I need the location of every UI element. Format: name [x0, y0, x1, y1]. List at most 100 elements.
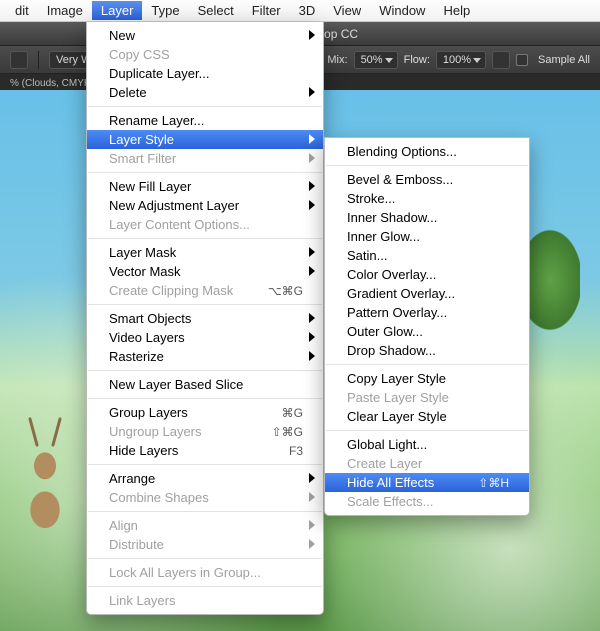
layer-menu-item-new-fill-layer[interactable]: New Fill Layer [87, 177, 323, 196]
layer-menu-item-align: Align [87, 516, 323, 535]
layer-menu-item-rename-layer[interactable]: Rename Layer... [87, 111, 323, 130]
submenu-arrow-icon [309, 313, 315, 323]
layer-menu-item-distribute: Distribute [87, 535, 323, 554]
shortcut: ⇧⌘G [272, 425, 303, 439]
menu-item-label: Bevel & Emboss... [347, 172, 509, 187]
layer-menu-item-video-layers[interactable]: Video Layers [87, 328, 323, 347]
menubar-item-help[interactable]: Help [434, 1, 479, 20]
layer-menu-item-ungroup-layers: Ungroup Layers ⇧⌘G [87, 422, 323, 441]
menu-item-label: Rename Layer... [109, 113, 303, 128]
style-menu-item-inner-glow[interactable]: Inner Glow... [325, 227, 529, 246]
menubar-item-type[interactable]: Type [142, 1, 188, 20]
layer-menu-item-new[interactable]: New [87, 26, 323, 45]
style-menu-item-gradient-overlay[interactable]: Gradient Overlay... [325, 284, 529, 303]
menu-item-label: Align [109, 518, 303, 533]
menubar-item-layer[interactable]: Layer [92, 1, 143, 20]
style-menu-item-copy-layer-style[interactable]: Copy Layer Style [325, 369, 529, 388]
layer-menu-item-rasterize[interactable]: Rasterize [87, 347, 323, 366]
shortcut: ⌘G [282, 406, 303, 420]
menu-item-label: Drop Shadow... [347, 343, 509, 358]
menu-item-label: Rasterize [109, 349, 303, 364]
menubar-item-dit[interactable]: dit [6, 1, 38, 20]
layer-menu-item-create-clipping-mask: Create Clipping Mask⌥⌘G [87, 281, 323, 300]
submenu-arrow-icon [309, 539, 315, 549]
mix-value-dropdown[interactable]: 50% [354, 51, 398, 69]
layer-menu-item-link-layers: Link Layers [87, 591, 323, 610]
style-menu-item-create-layer: Create Layer [325, 454, 529, 473]
menu-item-label: Scale Effects... [347, 494, 509, 509]
submenu-arrow-icon [309, 200, 315, 210]
layer-menu-item-new-adjustment-layer[interactable]: New Adjustment Layer [87, 196, 323, 215]
layer-menu-item-layer-style[interactable]: Layer Style [87, 130, 323, 149]
menubar: ditImageLayerTypeSelectFilter3DViewWindo… [0, 0, 600, 22]
menubar-item-view[interactable]: View [324, 1, 370, 20]
menu-item-label: Copy Layer Style [347, 371, 509, 386]
layer-menu-item-hide-layers[interactable]: Hide Layers F3 [87, 441, 323, 460]
layer-menu-item-smart-filter: Smart Filter [87, 149, 323, 168]
flow-value-dropdown[interactable]: 100% [436, 51, 486, 69]
style-menu-item-pattern-overlay[interactable]: Pattern Overlay... [325, 303, 529, 322]
menu-item-label: Smart Objects [109, 311, 303, 326]
submenu-arrow-icon [309, 134, 315, 144]
menu-item-label: Vector Mask [109, 264, 303, 279]
submenu-arrow-icon [309, 181, 315, 191]
style-menu-item-color-overlay[interactable]: Color Overlay... [325, 265, 529, 284]
menu-item-label: Lock All Layers in Group... [109, 565, 303, 580]
layer-menu-item-vector-mask[interactable]: Vector Mask [87, 262, 323, 281]
layer-style-submenu: Blending Options... Bevel & Emboss... Stro… [324, 137, 530, 516]
style-menu-item-global-light[interactable]: Global Light... [325, 435, 529, 454]
layer-menu-item-arrange[interactable]: Arrange [87, 469, 323, 488]
menu-item-label: Layer Content Options... [109, 217, 303, 232]
style-menu-item-blending-options[interactable]: Blending Options... [325, 142, 529, 161]
menu-item-label: Group Layers [109, 405, 270, 420]
menubar-item-filter[interactable]: Filter [243, 1, 290, 20]
layer-menu-item-layer-mask[interactable]: Layer Mask [87, 243, 323, 262]
menu-item-label: Stroke... [347, 191, 509, 206]
menubar-item-3d[interactable]: 3D [290, 1, 325, 20]
shortcut: F3 [289, 444, 303, 458]
submenu-arrow-icon [309, 87, 315, 97]
menu-item-label: Link Layers [109, 593, 303, 608]
menu-item-label: Ungroup Layers [109, 424, 260, 439]
menu-item-label: Video Layers [109, 330, 303, 345]
style-menu-item-hide-all-effects[interactable]: Hide All Effects⇧⌘H [325, 473, 529, 492]
submenu-arrow-icon [309, 492, 315, 502]
menu-item-label: Clear Layer Style [347, 409, 509, 424]
menubar-item-image[interactable]: Image [38, 1, 92, 20]
menu-item-label: Outer Glow... [347, 324, 509, 339]
menu-item-label: Color Overlay... [347, 267, 509, 282]
menu-item-label: Blending Options... [347, 144, 509, 159]
layer-menu-item-group-layers[interactable]: Group Layers ⌘G [87, 403, 323, 422]
menubar-item-select[interactable]: Select [189, 1, 243, 20]
style-menu-item-bevel-emboss[interactable]: Bevel & Emboss... [325, 170, 529, 189]
style-menu-item-scale-effects: Scale Effects... [325, 492, 529, 511]
document-tab[interactable]: % (Clouds, CMYK [10, 78, 91, 89]
sample-all-checkbox[interactable] [516, 54, 528, 66]
menu-item-label: Combine Shapes [109, 490, 303, 505]
airbrush-icon[interactable] [492, 51, 510, 69]
menu-item-label: New Adjustment Layer [109, 198, 303, 213]
layer-menu-item-delete[interactable]: Delete [87, 83, 323, 102]
layer-menu-item-smart-objects[interactable]: Smart Objects [87, 309, 323, 328]
shortcut: ⇧⌘H [478, 476, 509, 490]
style-menu-item-stroke[interactable]: Stroke... [325, 189, 529, 208]
layer-menu-item-new-layer-based-slice[interactable]: New Layer Based Slice [87, 375, 323, 394]
menu-item-label: Layer Style [109, 132, 303, 147]
tool-preset-icon[interactable] [10, 51, 28, 69]
style-menu-item-inner-shadow[interactable]: Inner Shadow... [325, 208, 529, 227]
style-menu-item-drop-shadow[interactable]: Drop Shadow... [325, 341, 529, 360]
layer-menu-item-layer-content-options: Layer Content Options... [87, 215, 323, 234]
style-menu-item-satin[interactable]: Satin... [325, 246, 529, 265]
submenu-arrow-icon [309, 473, 315, 483]
style-menu-item-clear-layer-style[interactable]: Clear Layer Style [325, 407, 529, 426]
menubar-item-window[interactable]: Window [370, 1, 434, 20]
menu-item-label: Copy CSS [109, 47, 303, 62]
menu-item-label: Arrange [109, 471, 303, 486]
menu-item-label: Inner Shadow... [347, 210, 509, 225]
submenu-arrow-icon [309, 266, 315, 276]
style-menu-item-outer-glow[interactable]: Outer Glow... [325, 322, 529, 341]
layer-menu-item-copy-css: Copy CSS [87, 45, 323, 64]
layer-menu-item-duplicate-layer[interactable]: Duplicate Layer... [87, 64, 323, 83]
menu-item-label: Hide Layers [109, 443, 277, 458]
submenu-arrow-icon [309, 153, 315, 163]
